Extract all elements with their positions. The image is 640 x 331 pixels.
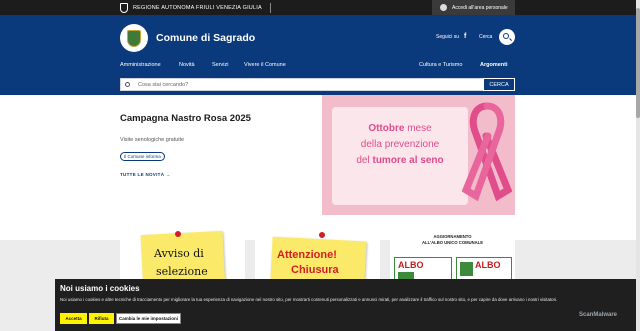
green-figure bbox=[460, 262, 473, 276]
search-bar: Cosa stai cercando? CERCA bbox=[120, 78, 515, 91]
accept-button[interactable]: Accetta bbox=[60, 313, 87, 324]
pin-icon bbox=[175, 231, 181, 237]
cookie-banner: Noi usiamo i cookies Noi usiamo i cookie… bbox=[55, 279, 640, 331]
nav-item-amministrazione[interactable]: Amministrazione bbox=[120, 62, 161, 68]
image-line-1: Ottobre mese bbox=[368, 123, 432, 134]
card-text-line-1: Attenzione! bbox=[277, 249, 337, 261]
card-text-line-2: Chiusura bbox=[291, 264, 339, 276]
site-header: Comune di Sagrado Seguici su f Cerca Amm… bbox=[0, 15, 640, 95]
region-crest-icon bbox=[120, 3, 128, 13]
divider bbox=[269, 3, 271, 13]
nav-item-vivere-il-comune[interactable]: Vivere il Comune bbox=[244, 62, 286, 68]
search-input[interactable]: Cosa stai cercando? bbox=[138, 82, 188, 88]
albo-left-label: ALBO bbox=[398, 260, 424, 270]
category-badge[interactable]: Il Comune informa bbox=[120, 152, 165, 161]
search-label: Cerca bbox=[479, 34, 493, 40]
reject-button[interactable]: Rifiuta bbox=[89, 313, 114, 324]
user-icon bbox=[440, 4, 447, 11]
scrollbar[interactable] bbox=[636, 0, 640, 331]
top-bar: REGIONE AUTONOMA FRIULI VENEZIA GIULIA A… bbox=[0, 0, 640, 15]
all-news-label: TUTTE LE NOVITÀ bbox=[120, 172, 165, 177]
municipality-logo[interactable] bbox=[120, 24, 148, 52]
nav-item-cultura-e-turismo[interactable]: Cultura e Turismo bbox=[419, 62, 462, 68]
social-label: Seguici su bbox=[436, 34, 460, 40]
hero-subtitle: Visite senologiche gratuite bbox=[120, 137, 185, 143]
region-name: REGIONE AUTONOMA FRIULI VENEZIA GIULIA bbox=[133, 5, 262, 11]
albo-right-label: ALBO bbox=[475, 260, 501, 270]
card-text-line-1: Avviso di bbox=[154, 247, 204, 260]
hero-title[interactable]: Campagna Nastro Rosa 2025 bbox=[120, 113, 251, 124]
card-heading-2: ALL'ALBO UNICO COMUNALE bbox=[421, 240, 483, 245]
search-button[interactable] bbox=[499, 29, 515, 45]
hero-image[interactable]: Ottobre mese della prevenzione del tumor… bbox=[322, 95, 515, 215]
nav-item-argomenti[interactable]: Argomenti bbox=[480, 62, 508, 68]
image-line-2: della prevenzione bbox=[360, 139, 440, 150]
site-title[interactable]: Comune di Sagrado bbox=[156, 32, 255, 44]
login-button[interactable]: Accedi all'area personale bbox=[432, 0, 515, 15]
scrollbar-thumb[interactable] bbox=[636, 8, 640, 118]
arrow-right-icon: → bbox=[165, 172, 171, 177]
settings-button[interactable]: Cambia le mie impostazioni bbox=[116, 313, 181, 324]
coat-of-arms-icon bbox=[127, 29, 141, 47]
news-card-albo[interactable]: AGGIORNAMENTO ALL'ALBO UNICO COMUNALE AL… bbox=[390, 225, 515, 285]
nav-item-novita[interactable]: Novità bbox=[179, 62, 195, 68]
cookie-description: Noi usiamo i cookies e altre tecniche di… bbox=[60, 297, 558, 302]
facebook-icon[interactable]: f bbox=[464, 33, 466, 40]
region-link[interactable]: REGIONE AUTONOMA FRIULI VENEZIA GIULIA bbox=[120, 3, 271, 13]
nav-item-servizi[interactable]: Servizi bbox=[212, 62, 229, 68]
news-card-chiusura[interactable]: Attenzione! Chiusura bbox=[255, 225, 380, 285]
all-news-link[interactable]: TUTTE LE NOVITÀ → bbox=[120, 172, 171, 177]
card-text-line-2: selezione bbox=[156, 265, 208, 278]
pink-ribbon-icon bbox=[462, 102, 512, 202]
cookie-title: Noi usiamo i cookies bbox=[60, 284, 140, 293]
scanmalware-logo: ScanMalware bbox=[579, 312, 618, 318]
image-line-3: del tumore al seno bbox=[356, 155, 444, 166]
search-submit-button[interactable]: CERCA bbox=[483, 78, 515, 91]
card-heading-1: AGGIORNAMENTO bbox=[433, 234, 472, 239]
login-label: Accedi all'area personale bbox=[452, 4, 508, 11]
search-icon bbox=[125, 82, 130, 87]
news-card-avviso[interactable]: Avviso di selezione bbox=[120, 225, 245, 285]
pin-icon bbox=[319, 232, 325, 238]
